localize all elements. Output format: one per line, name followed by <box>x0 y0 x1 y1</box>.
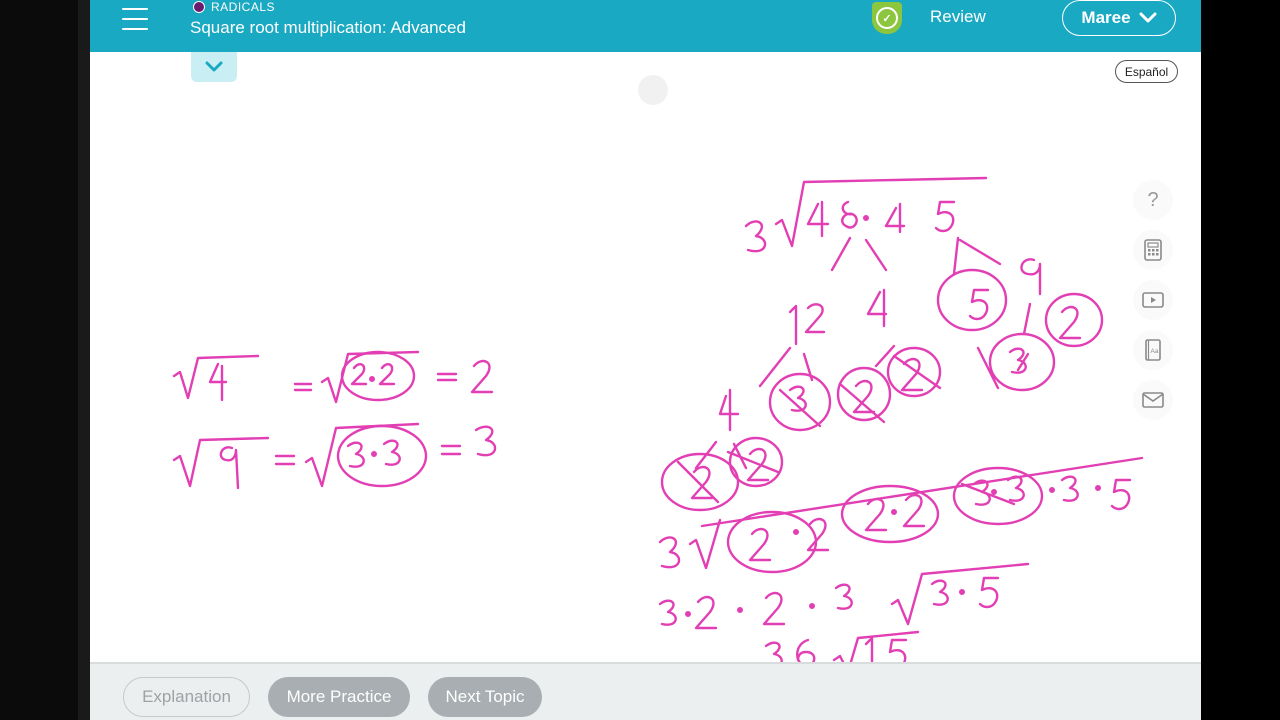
lesson-title: Square root multiplication: Advanced <box>190 18 466 37</box>
topic-dot-icon <box>193 1 205 13</box>
lesson-app: RADICALS Square root multiplication: Adv… <box>90 0 1201 720</box>
review-link[interactable]: Review <box>930 7 986 27</box>
menu-icon[interactable] <box>122 8 148 30</box>
handwritten-annotations <box>172 176 1144 662</box>
top-bar: RADICALS Square root multiplication: Adv… <box>90 0 1201 52</box>
explanation-button[interactable]: Explanation <box>123 677 250 717</box>
chevron-down-icon <box>1139 12 1157 23</box>
left-video-border <box>0 0 90 720</box>
user-name: Maree <box>1081 8 1131 27</box>
language-toggle-button[interactable]: Español <box>1115 60 1178 83</box>
footer-bar: Explanation More Practice Next Topic <box>90 662 1201 720</box>
right-video-border <box>1201 0 1280 720</box>
next-topic-button[interactable]: Next Topic <box>428 677 542 717</box>
more-practice-button[interactable]: More Practice <box>268 677 410 717</box>
user-menu-button[interactable]: Maree <box>1062 0 1176 36</box>
topic-label: RADICALS <box>211 0 276 14</box>
topic-row: RADICALS <box>193 0 275 14</box>
collapse-panel-button[interactable] <box>191 52 237 82</box>
review-badge-icon[interactable]: ✓ <box>872 2 902 34</box>
whiteboard-canvas[interactable] <box>90 84 1201 662</box>
chevron-down-icon <box>205 61 223 72</box>
